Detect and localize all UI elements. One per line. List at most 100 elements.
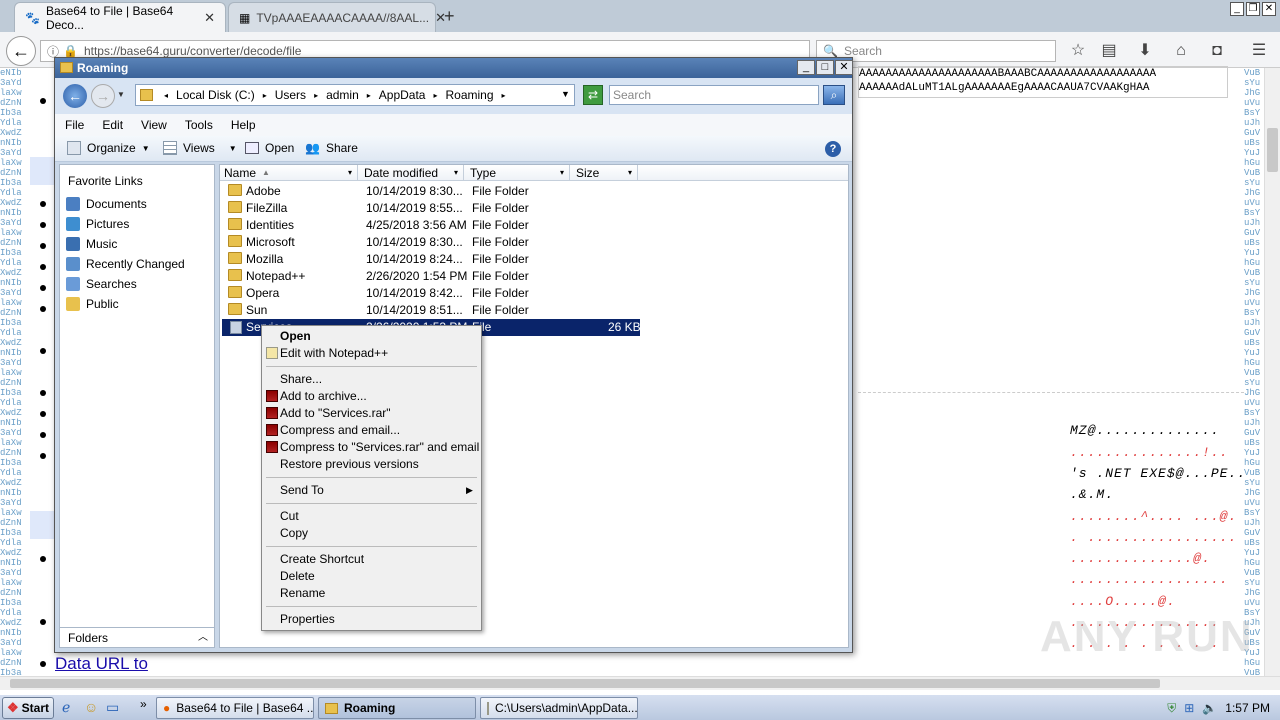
breadcrumb-item[interactable]: Users [275, 88, 306, 102]
scroll-thumb[interactable] [10, 679, 1160, 688]
forward-button[interactable]: → [91, 84, 115, 108]
share-button[interactable]: 👥 Share [305, 141, 358, 155]
favorite-pictures[interactable]: Pictures [66, 215, 129, 233]
chevron-down-icon[interactable]: ▼ [117, 90, 125, 99]
breadcrumb-item[interactable]: Local Disk (C:) [176, 88, 255, 102]
home-icon[interactable]: ⌂ [1170, 40, 1192, 62]
file-row[interactable]: Sun 10/14/2019 8:51... File Folder [222, 302, 847, 319]
menu-item-edit-notepad[interactable]: Edit with Notepad++ [280, 345, 388, 362]
list-bullet [40, 222, 46, 228]
clock[interactable]: 1:57 PM [1225, 701, 1270, 715]
menu-item-add-archive[interactable]: Add to archive... [280, 388, 367, 405]
menu-item-cut[interactable]: Cut [280, 508, 299, 525]
start-button[interactable]: ❖ Start [2, 697, 54, 719]
file-row[interactable]: Notepad++ 2/26/2020 1:54 PM File Folder [222, 268, 847, 285]
close-tab-icon[interactable]: ✕ [204, 10, 215, 26]
menu-help[interactable]: Help [231, 118, 256, 132]
restore-icon[interactable]: ❐ [1246, 2, 1260, 16]
folder-icon [228, 269, 242, 281]
scroll-thumb[interactable] [1267, 128, 1278, 172]
favorite-documents[interactable]: Documents [66, 195, 147, 213]
menu-item-compress-email[interactable]: Compress and email... [280, 422, 400, 439]
organize-button[interactable]: Organize ▼ [67, 141, 150, 155]
folders-toggle[interactable]: Folders ︿ [60, 627, 214, 647]
menu-item-create-shortcut[interactable]: Create Shortcut [280, 551, 364, 568]
download-icon[interactable]: ⬇ [1134, 40, 1156, 62]
mz-line: 's .NET EXE$@...PE.. [1070, 466, 1247, 481]
favorite-public[interactable]: Public [66, 295, 119, 313]
file-row[interactable]: Identities 4/25/2018 3:56 AM File Folder [222, 217, 847, 234]
back-icon[interactable]: ← [6, 36, 36, 66]
menu-item-rename[interactable]: Rename [280, 585, 325, 602]
bookmark-star-icon[interactable]: ☆ [1067, 40, 1089, 62]
breadcrumb-item[interactable]: AppData [379, 88, 426, 102]
breadcrumb-item[interactable]: Roaming [446, 88, 494, 102]
start-label: Start [21, 701, 49, 715]
page-vertical-scrollbar[interactable] [1264, 68, 1280, 676]
menu-view[interactable]: View [141, 118, 167, 132]
browser-tab[interactable]: ▦ TVpAAAEAAAACAAAA//8AAL... ✕ [228, 2, 446, 32]
menu-edit[interactable]: Edit [102, 118, 123, 132]
favorite-recently-changed[interactable]: Recently Changed [66, 255, 185, 273]
column-size[interactable]: Size ▾ [572, 165, 638, 181]
address-bar[interactable]: ◂ Local Disk (C:) ▸ Users ▸ admin ▸ AppD… [135, 84, 575, 106]
menu-item-send-to[interactable]: Send To [280, 482, 324, 499]
data-url-link[interactable]: Data URL to [55, 654, 148, 674]
close-button[interactable]: ✕ [835, 60, 853, 75]
volume-icon[interactable]: 🔈 [1202, 701, 1217, 715]
network-icon[interactable]: ⊞ [1184, 701, 1194, 715]
minimize-button[interactable]: _ [797, 60, 815, 75]
refresh-icon[interactable]: ⇄ [583, 85, 603, 105]
file-row[interactable]: Mozilla 10/14/2019 8:24... File Folder [222, 251, 847, 268]
explorer-search-input[interactable]: Search [609, 85, 819, 105]
minimize-icon[interactable]: _ [1230, 2, 1244, 16]
taskbar-item-roaming[interactable]: Roaming [318, 697, 476, 719]
pocket-icon[interactable]: ◘ [1206, 40, 1228, 62]
menu-item-copy[interactable]: Copy [280, 525, 308, 542]
page-horizontal-scrollbar[interactable] [0, 676, 1280, 690]
explorer-quicklaunch-icon[interactable]: ☺ [84, 699, 98, 715]
close-icon[interactable]: ✕ [1262, 2, 1276, 16]
menu-item-delete[interactable]: Delete [280, 568, 315, 585]
menu-tools[interactable]: Tools [185, 118, 213, 132]
maximize-button[interactable]: □ [816, 60, 834, 75]
open-button[interactable]: Open [245, 141, 294, 155]
show-desktop-icon[interactable]: ▭ [106, 699, 119, 716]
taskbar-item-firefox[interactable]: ● Base64 to File | Base64 ... [156, 697, 314, 719]
explorer-title-bar[interactable]: Roaming [55, 58, 852, 78]
search-icon[interactable]: ⌕ [823, 85, 845, 105]
dropdown-icon[interactable]: ▼ [561, 89, 570, 99]
favorite-searches[interactable]: Searches [66, 275, 137, 293]
column-date-modified[interactable]: Date modified ▾ [360, 165, 464, 181]
favorite-music[interactable]: Music [66, 235, 117, 253]
browser-tab-active[interactable]: 🐾 Base64 to File | Base64 Deco... ✕ [14, 2, 226, 32]
menu-item-properties[interactable]: Properties [280, 611, 335, 628]
views-button[interactable]: Views ▼ [163, 141, 237, 155]
menu-file[interactable]: File [65, 118, 84, 132]
column-name[interactable]: Name ▲ ▾ [220, 165, 358, 181]
menu-item-share[interactable]: Share... [280, 371, 322, 388]
file-row[interactable]: FileZilla 10/14/2019 8:55... File Folder [222, 200, 847, 217]
back-button[interactable]: ← [63, 84, 87, 108]
base64-text-right: VuBsYuJhGuVuBsYuJhGuVuBsYuJhGuVuBsYuJhGu… [1244, 68, 1261, 678]
file-row[interactable]: Microsoft 10/14/2019 8:30... File Folder [222, 234, 847, 251]
column-type[interactable]: Type ▾ [466, 165, 570, 181]
folder-icon [228, 303, 242, 315]
ie-icon[interactable]: ℯ [62, 699, 70, 716]
taskbar-item-appdata[interactable]: C:\Users\admin\AppData... [480, 697, 638, 719]
breadcrumb-item[interactable]: admin [326, 88, 359, 102]
security-icon[interactable]: ⛨ [1167, 701, 1176, 716]
menu-item-compress-rar-email[interactable]: Compress to "Services.rar" and email [280, 439, 479, 456]
menu-icon[interactable]: ☰ [1248, 40, 1270, 62]
menu-item-open[interactable]: Open [280, 328, 311, 345]
menu-item-add-rar[interactable]: Add to "Services.rar" [280, 405, 391, 422]
file-row[interactable]: Opera 10/14/2019 8:42... File Folder [222, 285, 847, 302]
reading-list-icon[interactable]: ▤ [1098, 40, 1120, 62]
new-tab-icon[interactable]: + [444, 6, 455, 27]
help-icon[interactable]: ? [825, 141, 841, 157]
chevron-more-icon[interactable]: » [140, 697, 147, 711]
chevron-right-icon: ▸ [433, 90, 438, 100]
file-row[interactable]: Adobe 10/14/2019 8:30... File Folder [222, 183, 847, 200]
share-icon: 👥 [305, 141, 320, 155]
menu-item-restore[interactable]: Restore previous versions [280, 456, 419, 473]
